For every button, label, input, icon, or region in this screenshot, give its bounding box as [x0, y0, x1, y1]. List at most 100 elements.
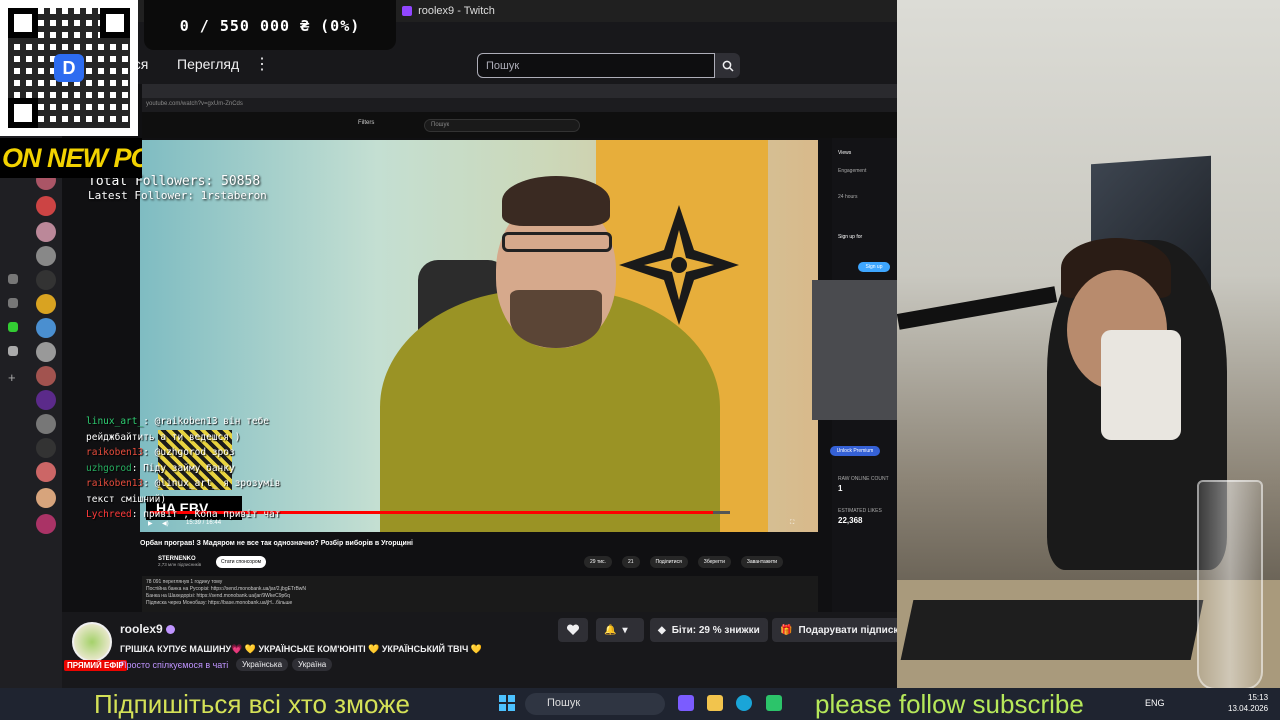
beer-glass-overlay — [1197, 480, 1263, 688]
follow-heart-button[interactable] — [558, 618, 588, 642]
sidebar-channel-avatar[interactable] — [36, 390, 56, 410]
stream-category[interactable]: Просто спілкуємося в чаті — [120, 660, 228, 670]
rp-online-count: 1 — [838, 484, 843, 493]
sidebar-channel-avatar[interactable] — [36, 294, 56, 314]
clock-date: 13.04.2026 — [1228, 704, 1269, 713]
captured-share: Поділитися — [649, 556, 688, 568]
bits-button[interactable]: ◆ Біти: 29 % знижки — [650, 618, 768, 642]
chat-text: : @uzhgorod зроз — [143, 447, 235, 458]
rp-likes-label: ESTIMATED LIKES — [838, 508, 882, 514]
sidebar-channel-avatar[interactable] — [36, 342, 56, 362]
tag-ukrainian[interactable]: Українська — [236, 658, 289, 671]
qr-corner — [8, 8, 38, 38]
ticker-left: Підпишіться всі хто зможе — [94, 689, 410, 719]
chat-text: : привіт , Копа привіт чат — [131, 509, 281, 520]
chat-message: linux_art_: @raikoben13 він тебе рейджба… — [86, 414, 296, 445]
fullscreen-icon[interactable]: ⛶ — [790, 520, 794, 527]
channel-name[interactable]: roolex9 — [120, 622, 163, 636]
edge-icon[interactable] — [736, 695, 752, 711]
sidebar-channel-avatar[interactable] — [36, 414, 56, 434]
sidebar-channel-avatar[interactable] — [36, 222, 56, 242]
rp-likes: 22,368 — [838, 516, 863, 525]
gift-icon: 🎁 — [780, 624, 793, 636]
rp-signup-text: Sign up for — [838, 234, 863, 240]
banner-new-pc: ON NEW PC — [0, 138, 142, 178]
keyboard — [900, 600, 1204, 660]
captured-save: Зберегти — [697, 556, 731, 568]
sidebar-channel-avatar[interactable] — [36, 366, 56, 386]
gift-sub-button[interactable]: 🎁 Подарувати підписку — [772, 618, 912, 642]
sidebar-channel-avatar[interactable] — [36, 196, 56, 216]
nav-browse[interactable]: Перегляд — [177, 56, 239, 72]
more-menu-icon[interactable]: ⋮ — [254, 54, 270, 74]
chat-user: linux_art_ — [86, 416, 144, 427]
sidebar-channel-avatar[interactable] — [36, 514, 56, 534]
chat-user: raikoben13 — [86, 478, 144, 489]
sidebar-channel-avatar[interactable] — [36, 246, 56, 266]
windows-start-icon[interactable] — [499, 695, 515, 711]
channel-avatar[interactable] — [72, 622, 112, 662]
mic-arm — [897, 286, 1058, 330]
desc-line: Банка на Шахедорізі: https://send.monoba… — [146, 593, 290, 599]
chat-text: : Піду займу банку — [131, 462, 235, 474]
rp-unlock-button: Unlock Premium — [830, 446, 880, 456]
app-icon[interactable] — [766, 695, 782, 711]
sidebar-channel-avatar[interactable] — [36, 270, 56, 290]
speaker-icon[interactable] — [8, 346, 18, 356]
add-icon[interactable]: + — [8, 370, 16, 385]
heart-icon — [566, 624, 580, 635]
webcam-feed — [897, 0, 1280, 688]
captured-search: Пошук — [424, 119, 580, 132]
search-button[interactable] — [715, 53, 740, 78]
desc-line: 78 091 переглянув 1 годину тому — [146, 579, 223, 585]
person-beard — [510, 290, 602, 348]
desc-line: Підписка через Монобазу: https://base.mo… — [146, 600, 293, 606]
clock-time: 15:13 — [1248, 693, 1269, 702]
mug — [1101, 330, 1181, 440]
notifications-button[interactable]: 🔔 ▾ — [596, 618, 644, 642]
captured-like: 29 тис. — [584, 556, 612, 568]
sidebar-icon[interactable] — [8, 298, 18, 308]
bits-icon: ◆ — [658, 624, 666, 636]
captured-video-actions: 29 тис. 21 Поділитися Зберегти Завантажи… — [584, 556, 784, 568]
bell-icon: 🔔 — [604, 624, 617, 636]
donation-goal: 0 / 550 000 ₴ (0%) — [144, 0, 396, 50]
qr-corner — [100, 8, 130, 38]
search-input[interactable]: Пошук — [477, 53, 715, 78]
file-explorer-icon[interactable] — [707, 695, 723, 711]
twitch-icon — [402, 6, 413, 16]
sidebar-channel-avatar[interactable] — [36, 318, 56, 338]
sidebar-icon[interactable] — [8, 274, 18, 284]
captured-subscribers: 2,73 млн підписників — [158, 562, 202, 567]
chevron-down-icon: ▾ — [622, 624, 628, 636]
rp-views: Views — [838, 150, 852, 156]
sidebar-channel-avatar[interactable] — [36, 488, 56, 508]
taskbar-clock[interactable]: 15:13 13.04.2026 — [1228, 692, 1268, 714]
live-badge: ПРЯМИЙ ЕФІР — [64, 660, 127, 671]
desc-line: Постійна банка на Русорізі: https://send… — [146, 586, 307, 592]
rp-engagement: Engagement — [838, 168, 867, 174]
sidebar-channel-avatar[interactable] — [36, 438, 56, 458]
chat-message: Lychreed: привіт , Копа привіт чат — [86, 507, 296, 523]
screen: roolex9 - Twitch ться Перегляд ⋮ Пошук + — [0, 0, 1280, 720]
input-language[interactable]: ENG — [1145, 698, 1165, 708]
rp-signup-button: Sign up — [858, 262, 890, 272]
rp-online-label: RAW ONLINE COUNT — [838, 476, 889, 482]
chat-text: а ти ведешся ) — [154, 431, 241, 443]
qr-code-donate: D — [0, 0, 138, 136]
chat-overlay: linux_art_: @raikoben13 він тебе рейджба… — [86, 414, 296, 523]
sidebar-icon[interactable] — [8, 322, 18, 332]
video-player[interactable]: youtube.com/watch?v=gxUm-ZnCds Filters П… — [62, 84, 897, 612]
copilot-icon[interactable] — [678, 695, 694, 711]
captured-description: 78 091 переглянув 1 годину тому Постійна… — [142, 576, 818, 612]
captured-cam-inset — [812, 280, 897, 420]
glasses — [502, 232, 612, 252]
rp-hours: 24 hours — [838, 194, 858, 200]
chat-message: uzhgorod: Піду займу банку — [86, 461, 296, 477]
verified-icon — [166, 625, 175, 634]
taskbar-search[interactable]: Пошук — [525, 693, 665, 715]
tag-ukraine[interactable]: Україна — [292, 658, 333, 671]
sidebar-channel-avatar[interactable] — [36, 462, 56, 482]
captured-filters: Filters — [358, 120, 375, 126]
captured-dislike: 21 — [621, 556, 640, 568]
